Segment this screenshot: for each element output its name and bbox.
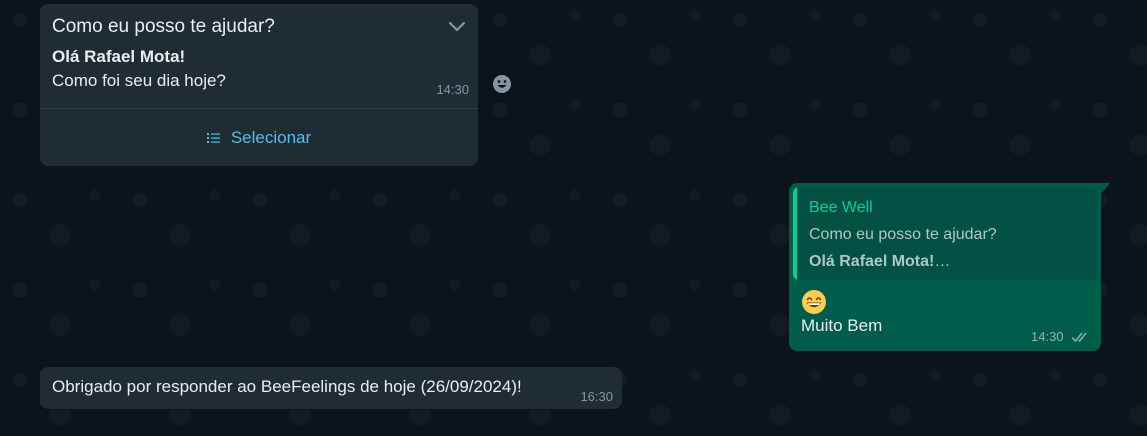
quote-accent-bar (793, 187, 797, 280)
quote-ellipsis: … (934, 253, 951, 270)
thanks-message-text: Obrigado por responder ao BeeFeelings de… (52, 377, 522, 396)
reply-message-bubble: Bee Well Como eu posso te ajudar? Olá Ra… (789, 183, 1101, 351)
double-check-icon (1071, 332, 1087, 343)
quote-author: Bee Well (809, 199, 873, 216)
smiley-icon (493, 75, 511, 93)
chevron-down-icon[interactable] (448, 18, 466, 36)
list-message-greeting: Olá Rafael Mota! (52, 47, 186, 66)
thanks-message-bubble: Obrigado por responder ao BeeFeelings de… (40, 367, 622, 409)
list-message-body: Como foi seu dia hoje? (52, 71, 226, 90)
reply-message-text: Muito Bem (801, 316, 883, 335)
list-message-bubble: Como eu posso te ajudar? Olá Rafael Mota… (40, 4, 478, 166)
message-timestamp: 16:30 (580, 389, 613, 404)
message-timestamp: 14:30 (1031, 329, 1064, 344)
list-icon (206, 132, 220, 143)
reaction-button[interactable] (486, 68, 518, 100)
bubble-tail (1100, 183, 1110, 195)
grinning-face-emoji (802, 290, 826, 314)
list-message-header: Como eu posso te ajudar? (52, 16, 275, 37)
quoted-message[interactable]: Bee Well Como eu posso te ajudar? Olá Ra… (793, 187, 1097, 280)
quote-line-2-text: Olá Rafael Mota! (809, 253, 935, 270)
quote-line-2: Olá Rafael Mota!… (809, 253, 950, 271)
message-timestamp: 14:30 (436, 82, 469, 97)
quote-line-1: Como eu posso te ajudar? (809, 226, 997, 243)
select-list-button[interactable]: Selecionar (40, 109, 478, 166)
chat-area: Como eu posso te ajudar? Olá Rafael Mota… (0, 0, 1147, 436)
select-label: Selecionar (230, 127, 312, 147)
